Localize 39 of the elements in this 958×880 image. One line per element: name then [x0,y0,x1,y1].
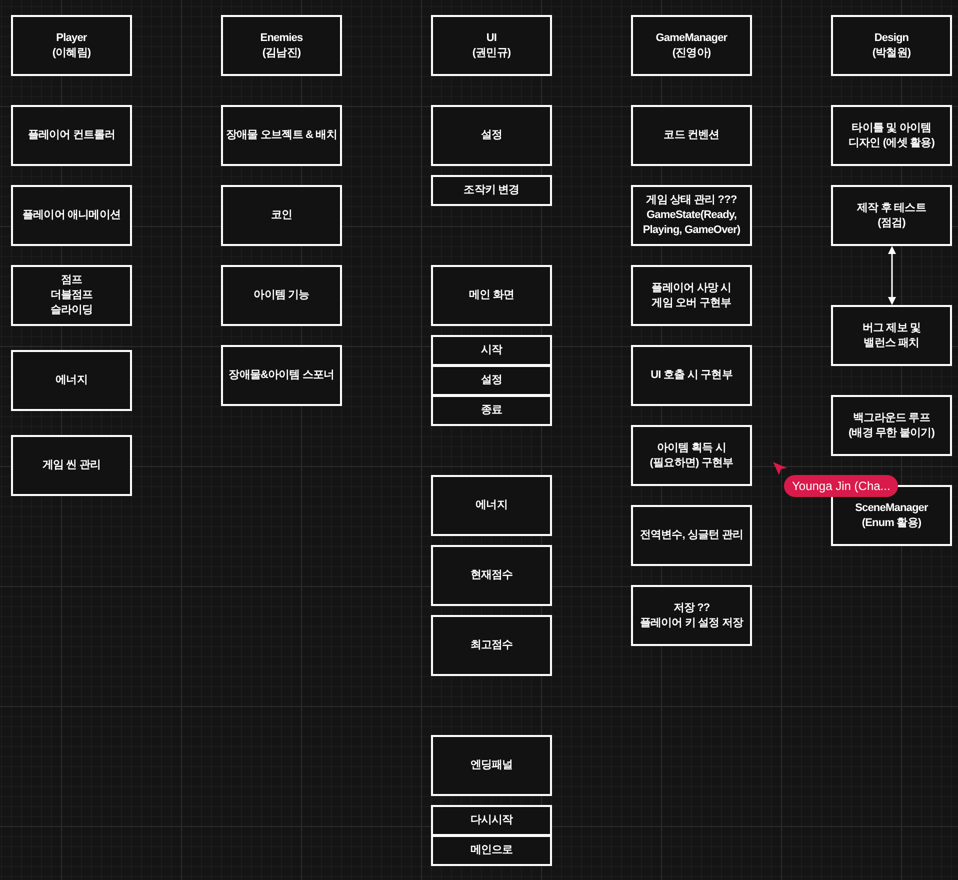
diagram-node: 종료 [431,395,552,426]
diagram-node: 아이템 기능 [221,265,342,326]
diagram-node: Enemies (김남진) [221,15,342,76]
diagram-node: 에너지 [11,350,132,411]
diagram-node: Design (박철원) [831,15,952,76]
diagram-node: 다시시작 [431,805,552,836]
diagram-node: 타이틀 및 아이템 디자인 (에셋 활용) [831,105,952,166]
diagram-node: 플레이어 컨트롤러 [11,105,132,166]
diagram-node: UI (권민규) [431,15,552,76]
diagram-node: 장애물&아이템 스포너 [221,345,342,406]
diagram-node: 조작키 변경 [431,175,552,206]
diagram-node: 아이템 획득 시 (필요하면) 구현부 [631,425,752,486]
diagram-node: 점프 더블점프 슬라이딩 [11,265,132,326]
diagram-node: 시작 [431,335,552,366]
diagram-node: 에너지 [431,475,552,536]
diagram-node: GameManager (진영아) [631,15,752,76]
diagram-node: 저장 ?? 플레이어 키 설정 저장 [631,585,752,646]
collaborator-label: Younga Jin (Cha... [784,475,898,497]
diagram-node: 플레이어 애니메이션 [11,185,132,246]
diagram-node: 플레이어 사망 시 게임 오버 구현부 [631,265,752,326]
diagram-node: 장애물 오브젝트 & 배치 [221,105,342,166]
diagram-node: Player (이혜림) [11,15,132,76]
diagram-node: 게임 씬 관리 [11,435,132,496]
diagram-node: 메인 화면 [431,265,552,326]
cursor-icon [773,462,787,475]
diagram-node: 코인 [221,185,342,246]
diagram-node: 게임 상태 관리 ??? GameState(Ready, Playing, GameOver) [631,185,752,246]
diagram-node: 제작 후 테스트 (점검) [831,185,952,246]
diagram-node: 현재점수 [431,545,552,606]
diagram-node: 설정 [431,365,552,396]
diagram-node: 코드 컨벤션 [631,105,752,166]
diagram-node: 전역변수, 싱글턴 관리 [631,505,752,566]
diagram-node: 메인으로 [431,835,552,866]
diagram-node: UI 호출 시 구현부 [631,345,752,406]
diagram-node: 설정 [431,105,552,166]
diagram-node: 최고점수 [431,615,552,676]
diagram-node: 버그 제보 및 밸런스 패치 [831,305,952,366]
diagram-node: 백그라운드 루프 (배경 무한 붙이기) [831,395,952,456]
diagram-node: 엔딩패널 [431,735,552,796]
